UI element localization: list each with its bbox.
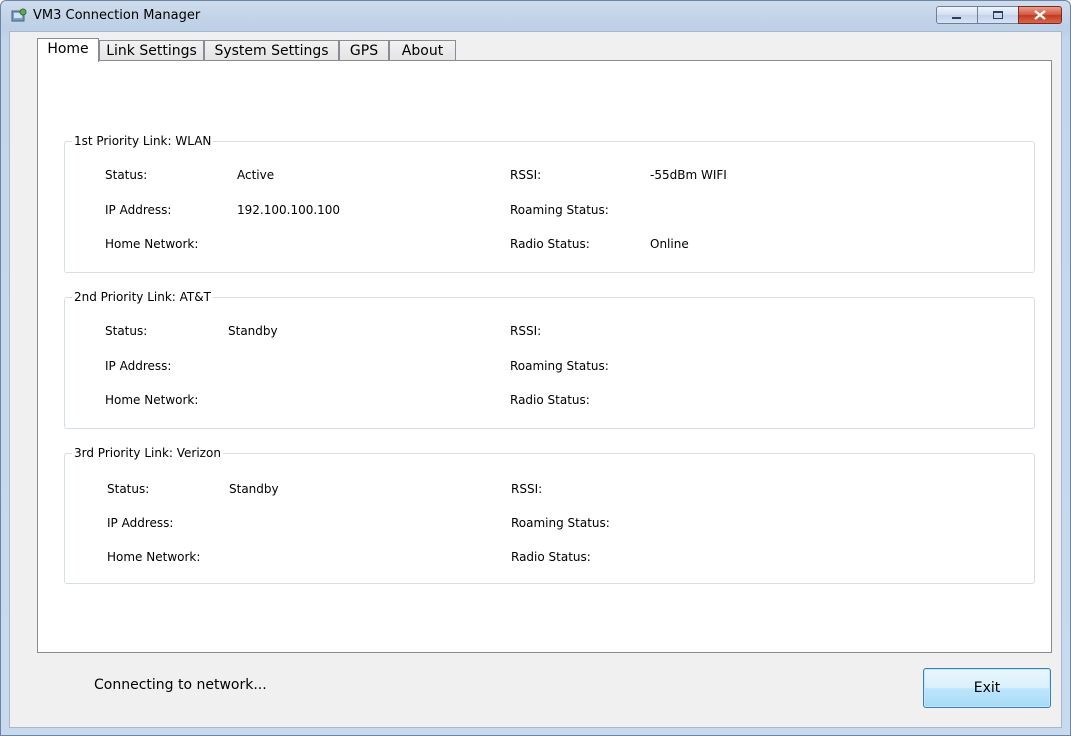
connection-status-text: Connecting to network... — [94, 677, 267, 693]
ip-address-value: 192.100.100.100 — [237, 203, 341, 217]
title-bar[interactable]: VM3 Connection Manager — [1, 1, 1070, 31]
status-value: Active — [237, 168, 275, 182]
status-label: Status: — [107, 482, 150, 496]
group-title: 3rd Priority Link: Verizon — [72, 446, 223, 460]
home-network-label: Home Network: — [105, 237, 199, 251]
home-network-label: Home Network: — [107, 550, 201, 564]
close-icon — [1019, 7, 1061, 23]
status-value: Standby — [228, 324, 278, 338]
radio-status-value: Online — [650, 237, 689, 251]
tab-gps[interactable]: GPS — [339, 40, 389, 61]
ip-address-label: IP Address: — [107, 516, 174, 530]
maximize-button[interactable] — [977, 6, 1019, 24]
ip-address-label: IP Address: — [105, 359, 172, 373]
rssi-value: -55dBm WIFI — [650, 168, 727, 182]
rssi-label: RSSI: — [510, 168, 542, 182]
tab-link-settings[interactable]: Link Settings — [99, 40, 204, 61]
radio-status-label: Radio Status: — [511, 550, 591, 564]
group-title: 1st Priority Link: WLAN — [72, 134, 214, 148]
radio-status-label: Radio Status: — [510, 393, 590, 407]
exit-button[interactable]: Exit — [923, 668, 1051, 708]
home-network-label: Home Network: — [105, 393, 199, 407]
roaming-status-label: Roaming Status: — [511, 516, 610, 530]
link-group-2: 2nd Priority Link: AT&T Status: Standby … — [64, 290, 1035, 429]
link-group-3: 3rd Priority Link: Verizon Status: Stand… — [64, 446, 1035, 584]
app-icon — [11, 8, 27, 24]
status-label: Status: — [105, 168, 148, 182]
window-title: VM3 Connection Manager — [33, 8, 201, 23]
roaming-status-label: Roaming Status: — [510, 203, 609, 217]
app-window: VM3 Connection Manager Home Link Setting… — [0, 0, 1071, 736]
minimize-icon — [937, 7, 977, 23]
radio-status-label: Radio Status: — [510, 237, 590, 251]
tab-system-settings[interactable]: System Settings — [204, 40, 339, 61]
maximize-icon — [978, 7, 1018, 23]
status-value: Standby — [229, 482, 279, 496]
rssi-label: RSSI: — [511, 482, 543, 496]
ip-address-label: IP Address: — [105, 203, 172, 217]
group-title: 2nd Priority Link: AT&T — [72, 290, 213, 304]
status-label: Status: — [105, 324, 148, 338]
rssi-label: RSSI: — [510, 324, 542, 338]
tab-about[interactable]: About — [389, 40, 456, 61]
close-button[interactable] — [1018, 6, 1062, 24]
tab-home[interactable]: Home — [37, 38, 99, 62]
roaming-status-label: Roaming Status: — [510, 359, 609, 373]
link-group-1: 1st Priority Link: WLAN Status: Active I… — [64, 134, 1035, 273]
minimize-button[interactable] — [936, 6, 978, 24]
home-tab-panel: 1st Priority Link: WLAN Status: Active I… — [37, 60, 1052, 653]
